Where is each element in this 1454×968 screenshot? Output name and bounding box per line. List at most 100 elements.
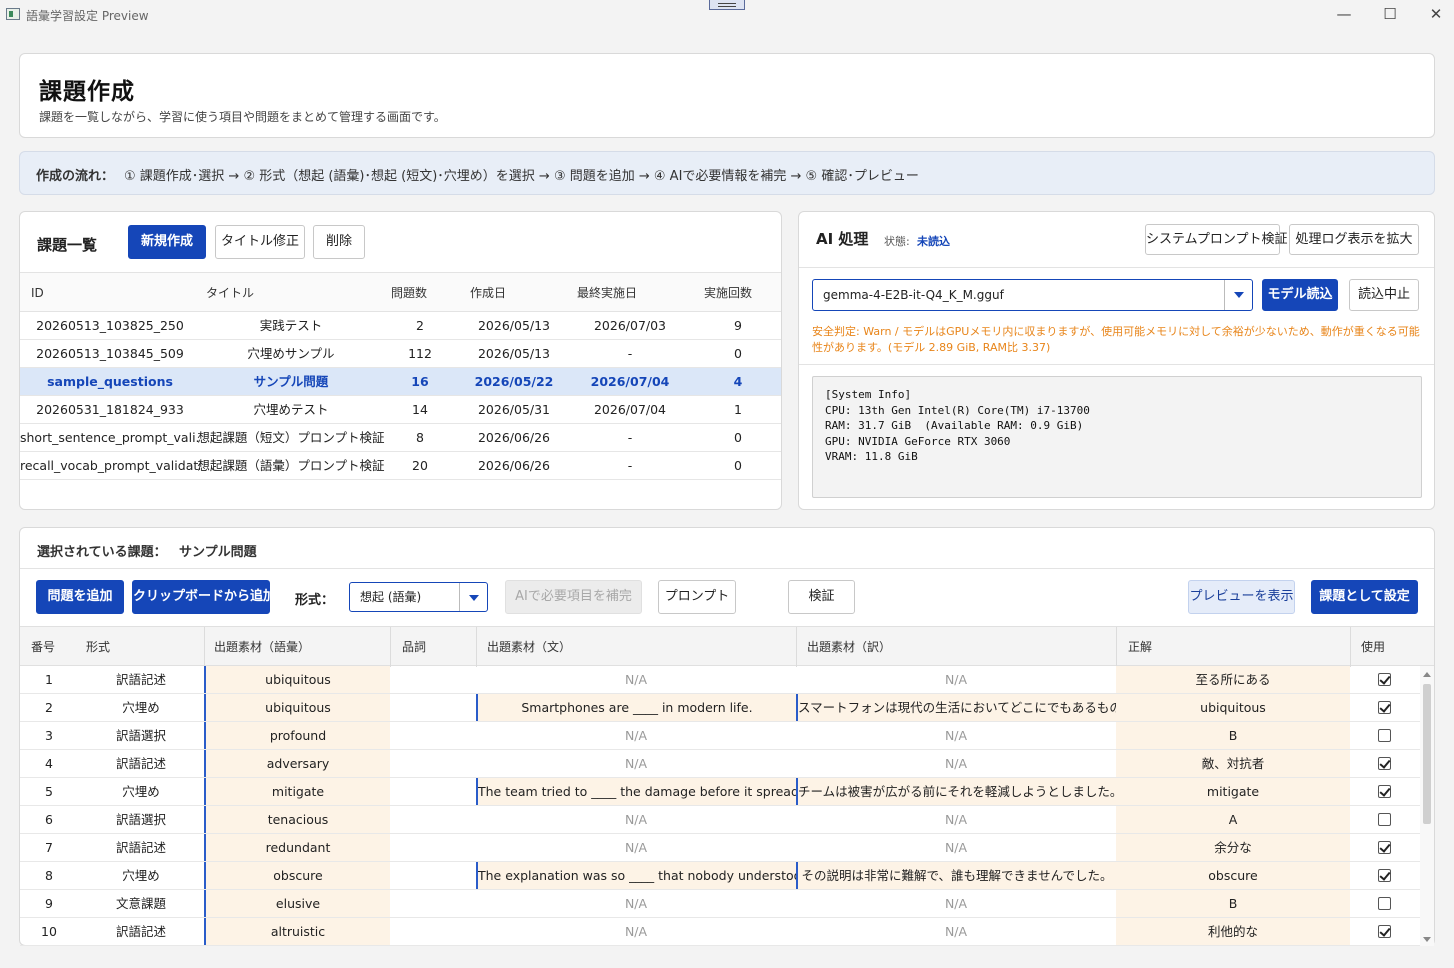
col-created[interactable]: 作成日 xyxy=(470,273,506,311)
question-type: 訳語記述 xyxy=(115,840,166,855)
scroll-thumb[interactable] xyxy=(1423,684,1431,824)
task-last-run: - xyxy=(627,458,633,473)
question-pos xyxy=(390,666,476,693)
question-type: 穴埋め xyxy=(122,700,160,715)
question-sentence: Smartphones are ____ in modern life. xyxy=(476,694,796,721)
question-word: ubiquitous xyxy=(204,694,390,721)
task-row[interactable]: sample_questions サンプル問題 16 2026/05/22 2026/0… xyxy=(20,368,781,396)
task-row[interactable]: recall_vocab_prompt_validati... 想起課題（語彙）プ… xyxy=(20,452,781,480)
task-created: 2026/05/13 xyxy=(477,318,551,333)
title-bar: 語彙学習設定 Preview — ☐ ✕ xyxy=(0,0,1454,30)
col-type[interactable]: 形式 xyxy=(86,627,110,667)
task-row[interactable]: 20260513_103825_250 実践テスト 2 2026/05/13 2026/… xyxy=(20,312,781,340)
task-row[interactable]: 20260513_103845_509 穴埋めサンプル 112 2026/05/13 -… xyxy=(20,340,781,368)
task-last-run: - xyxy=(627,430,633,445)
question-row[interactable]: 8 穴埋め obscure The explanation was so ____ t… xyxy=(20,862,1434,890)
task-created: 2026/06/26 xyxy=(477,430,551,445)
minimize-button[interactable]: — xyxy=(1333,4,1355,24)
question-row[interactable]: 6 訳語選択 tenacious N/A N/A A xyxy=(20,806,1434,834)
task-id: 20260531_181824_933 xyxy=(36,402,184,417)
question-sentence: N/A xyxy=(624,812,648,827)
scroll-down-icon[interactable] xyxy=(1423,937,1431,942)
col-title[interactable]: タイトル xyxy=(206,273,254,311)
use-checkbox[interactable] xyxy=(1378,897,1391,910)
question-translation: N/A xyxy=(944,672,968,687)
question-pos xyxy=(390,778,476,805)
verify-button[interactable]: 検証 xyxy=(788,580,855,614)
stop-load-button[interactable]: 読込中止 xyxy=(1349,279,1419,311)
use-checkbox[interactable] xyxy=(1378,701,1391,714)
use-checkbox[interactable] xyxy=(1378,757,1391,770)
model-select-value: gemma-4-E2B-it-Q4_K_M.gguf xyxy=(823,288,1004,302)
col-last-run[interactable]: 最終実施日 xyxy=(577,273,637,311)
question-translation: N/A xyxy=(944,840,968,855)
question-row[interactable]: 2 穴埋め ubiquitous Smartphones are ____ in mo… xyxy=(20,694,1434,722)
question-pos xyxy=(390,722,476,749)
task-id: sample_questions xyxy=(47,374,173,389)
scroll-up-icon[interactable] xyxy=(1423,672,1431,677)
divider xyxy=(799,267,1434,268)
col-count[interactable]: 問題数 xyxy=(391,273,427,311)
task-title: 想起課題（語彙）プロンプト検証 xyxy=(197,458,385,473)
col-sentence[interactable]: 出題素材（文） xyxy=(487,627,571,667)
use-checkbox[interactable] xyxy=(1378,729,1391,742)
question-row[interactable]: 5 穴埋め mitigate The team tried to ____ the d… xyxy=(20,778,1434,806)
col-use[interactable]: 使用 xyxy=(1361,627,1385,667)
use-checkbox[interactable] xyxy=(1378,673,1391,686)
add-question-button[interactable]: 問題を追加 xyxy=(36,580,124,614)
question-row[interactable]: 9 文意課題 elusive N/A N/A B xyxy=(20,890,1434,918)
task-row[interactable]: short_sentence_prompt_vali... 想起課題（短文）プロン… xyxy=(20,424,781,452)
model-select[interactable]: gemma-4-E2B-it-Q4_K_M.gguf xyxy=(812,279,1253,311)
show-preview-button[interactable]: プレビューを表示 xyxy=(1188,580,1295,614)
maximize-button[interactable]: ☐ xyxy=(1379,4,1401,24)
add-from-clipboard-button[interactable]: クリップボードから追加 xyxy=(132,580,276,614)
ai-status-label: 状態: xyxy=(884,235,910,248)
question-answer: 敵、対抗者 xyxy=(1116,750,1350,777)
chevron-down-icon[interactable] xyxy=(459,583,487,611)
delete-task-button[interactable]: 削除 xyxy=(313,225,365,259)
col-id[interactable]: ID xyxy=(31,273,44,311)
question-row[interactable]: 7 訳語記述 redundant N/A N/A 余分な xyxy=(20,834,1434,862)
question-no: 7 xyxy=(45,840,53,855)
snap-handle-icon[interactable] xyxy=(709,0,745,10)
question-row[interactable]: 3 訳語選択 profound N/A N/A B xyxy=(20,722,1434,750)
ai-fill-button[interactable]: AIで必要項目を補完 xyxy=(505,580,642,614)
task-list-title: 課題一覧 xyxy=(37,236,98,254)
prompt-button[interactable]: プロンプト xyxy=(658,580,736,614)
workflow-label: 作成の流れ： xyxy=(36,169,115,184)
col-translation[interactable]: 出題素材（訳） xyxy=(807,627,891,667)
chevron-down-icon[interactable] xyxy=(1224,280,1252,310)
task-row[interactable]: 20260531_181824_933 穴埋めテスト 14 2026/05/31 202… xyxy=(20,396,781,424)
expand-log-button[interactable]: 処理ログ表示を拡大 xyxy=(1289,224,1419,255)
use-checkbox[interactable] xyxy=(1378,785,1391,798)
col-word[interactable]: 出題素材（語彙） xyxy=(214,627,310,667)
question-no: 9 xyxy=(45,896,53,911)
question-row[interactable]: 10 訳語記述 altruistic N/A N/A 利他的な xyxy=(20,918,1434,946)
task-title: 想起課題（短文）プロンプト検証 xyxy=(197,430,385,445)
question-answer: B xyxy=(1116,722,1350,749)
col-runs[interactable]: 実施回数 xyxy=(704,273,752,311)
use-checkbox[interactable] xyxy=(1378,925,1391,938)
question-translation: N/A xyxy=(944,812,968,827)
vertical-scrollbar[interactable] xyxy=(1420,666,1434,946)
use-checkbox[interactable] xyxy=(1378,869,1391,882)
question-sentence: N/A xyxy=(624,756,648,771)
format-select[interactable]: 想起 (語彙) xyxy=(349,582,488,612)
col-answer[interactable]: 正解 xyxy=(1128,627,1152,667)
col-pos[interactable]: 品詞 xyxy=(402,627,426,667)
task-last-run: - xyxy=(627,346,633,361)
question-word: mitigate xyxy=(204,778,390,805)
question-row[interactable]: 4 訳語記述 adversary N/A N/A 敵、対抗者 xyxy=(20,750,1434,778)
system-prompt-verify-button[interactable]: システムプロンプト検証 xyxy=(1145,224,1287,255)
col-no[interactable]: 番号 xyxy=(31,627,55,667)
rename-task-button[interactable]: タイトル修正 xyxy=(215,225,305,259)
question-answer: obscure xyxy=(1116,862,1350,889)
question-word: elusive xyxy=(204,890,390,917)
use-checkbox[interactable] xyxy=(1378,841,1391,854)
load-model-button[interactable]: モデル読込 xyxy=(1262,279,1338,311)
use-checkbox[interactable] xyxy=(1378,813,1391,826)
new-task-button[interactable]: 新規作成 xyxy=(128,225,206,259)
question-row[interactable]: 1 訳語記述 ubiquitous N/A N/A 至る所にある xyxy=(20,666,1434,694)
set-as-task-button[interactable]: 課題として設定 xyxy=(1311,580,1418,614)
close-button[interactable]: ✕ xyxy=(1425,4,1447,24)
